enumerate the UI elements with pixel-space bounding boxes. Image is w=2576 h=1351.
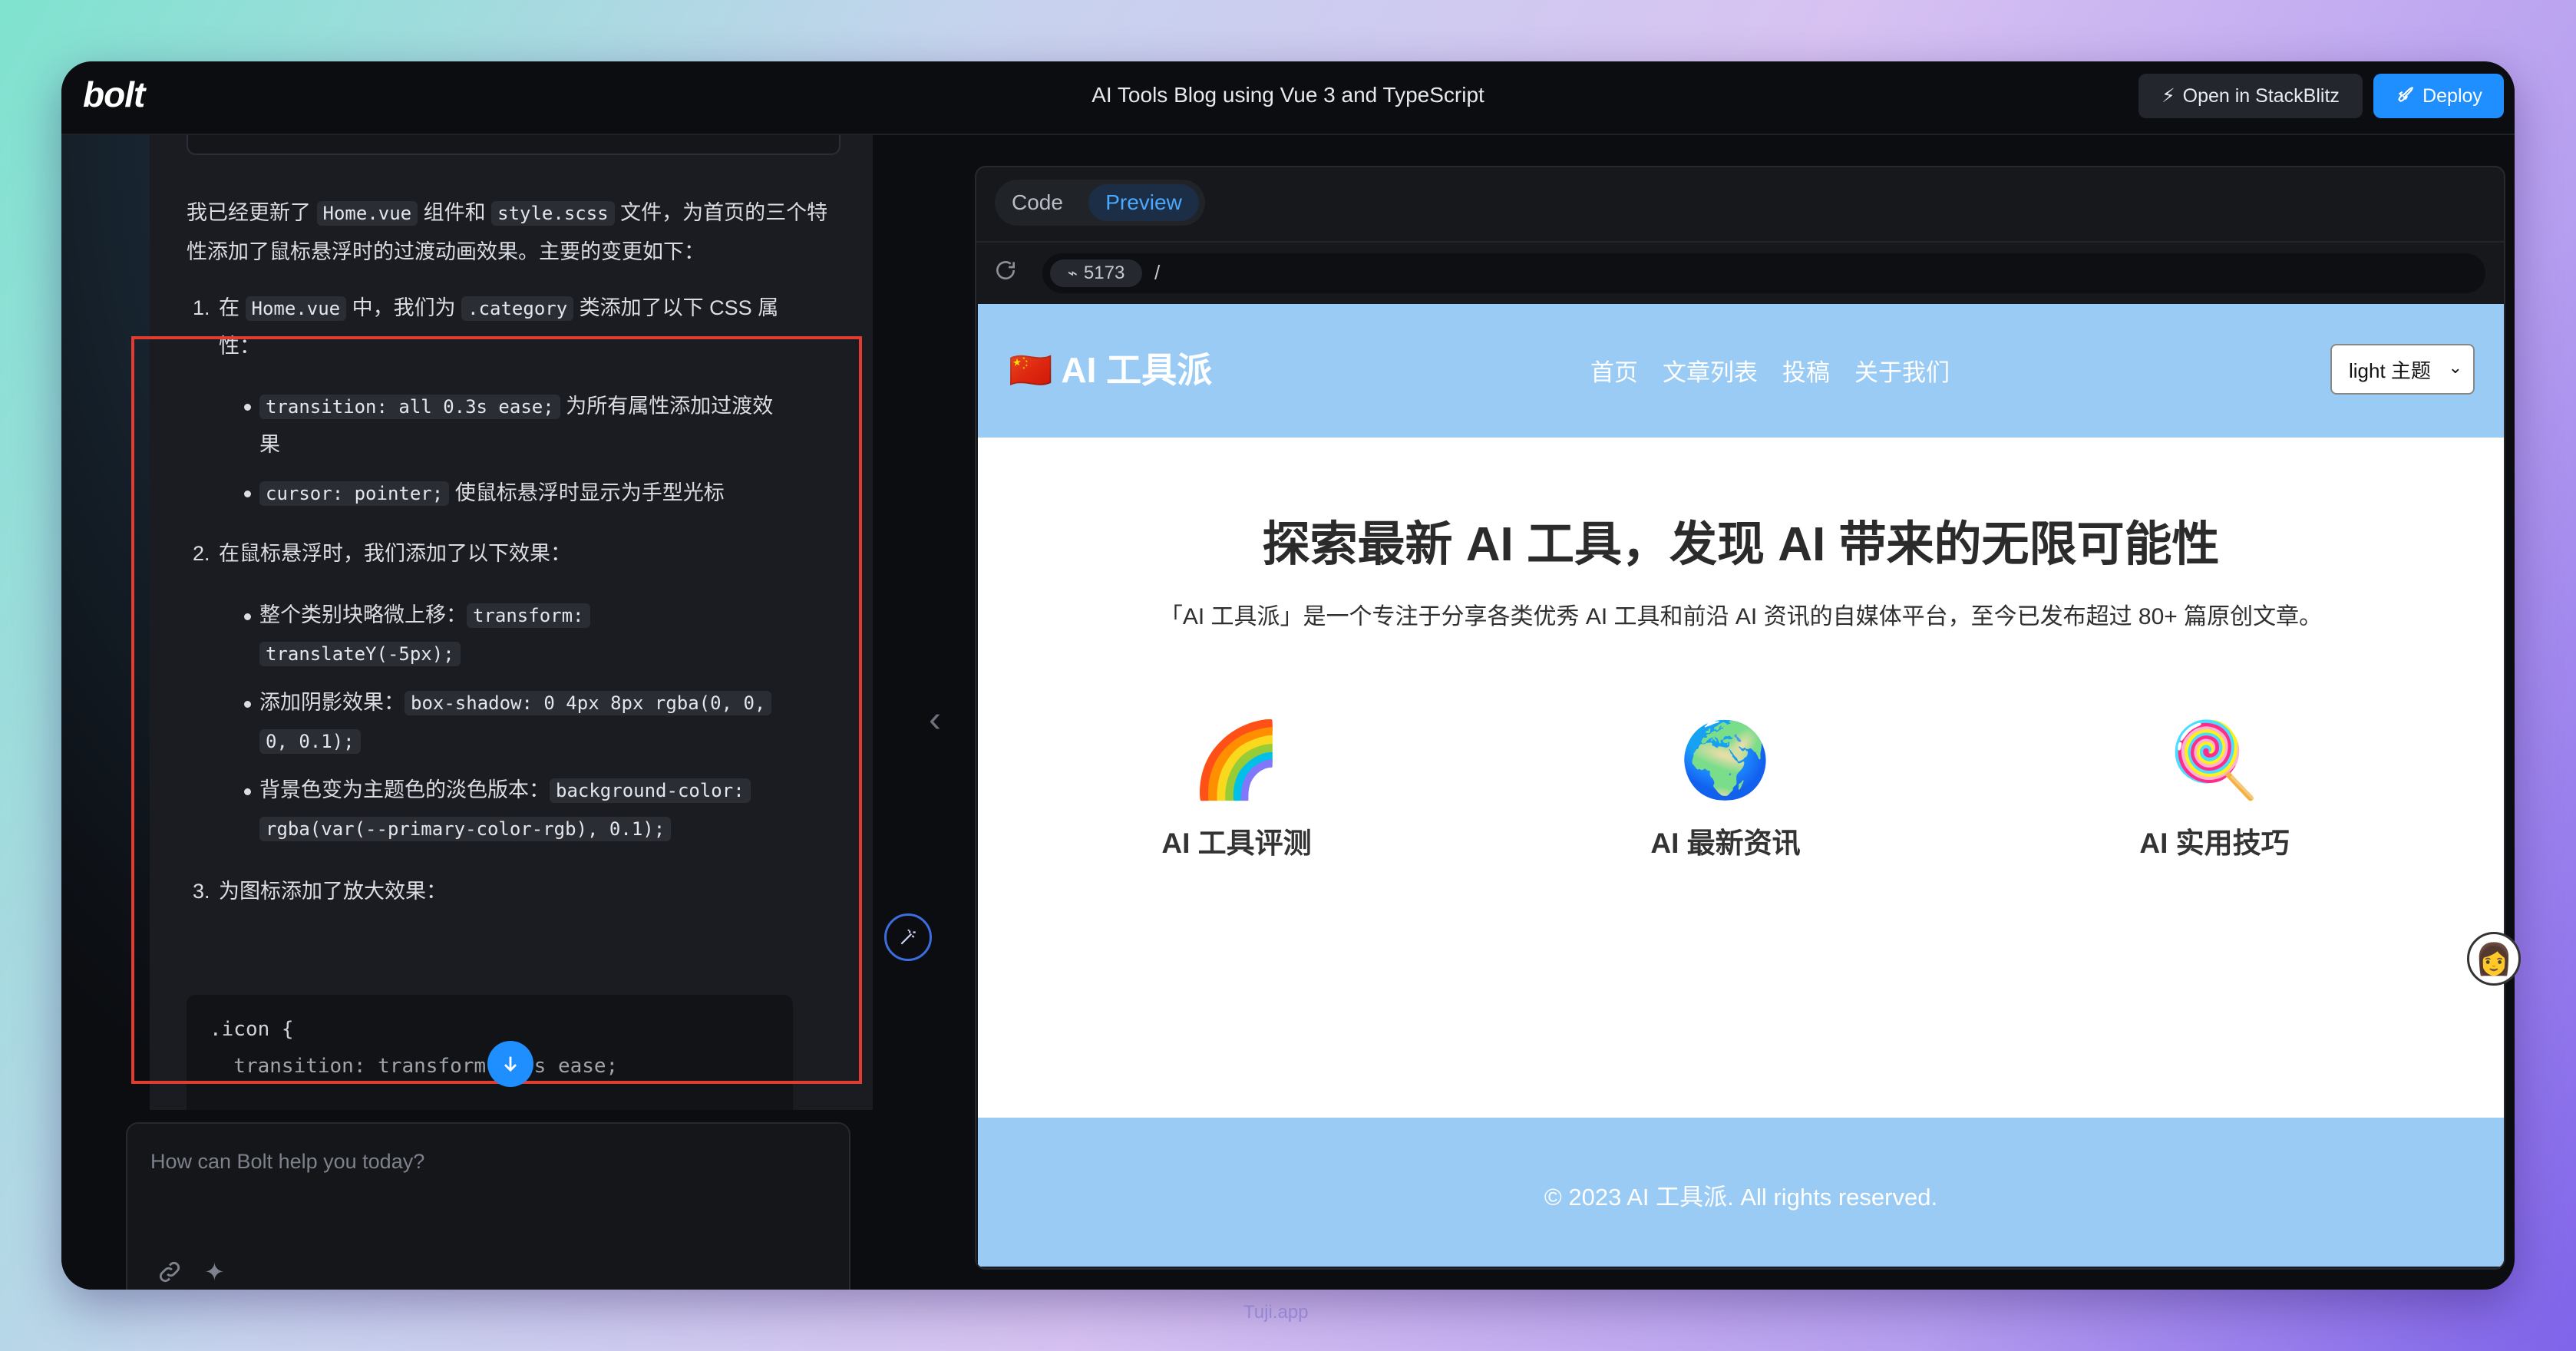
assistant-message-intro: 我已经更新了 Home.vue 组件和 style.scss 文件，为首页的三个… [187, 193, 847, 271]
port-number: 5173 [1083, 263, 1125, 283]
prompt-input[interactable]: How can Bolt help you today? ✦ [126, 1122, 850, 1290]
hero-title: 探索最新 AI 工具，发现 AI 带来的无限可能性 [1262, 518, 2220, 571]
site-header: 🇨🇳 AI 工具派 首页 文章列表 投稿 关于我们 light 主题 ⌄ [978, 304, 2504, 438]
lightning-icon: ⚡ [2162, 85, 2175, 107]
preview-address-row: ⌁ 5173 / [976, 241, 2504, 304]
url-path: / [1154, 261, 1161, 284]
list-text: 中，我们为 [346, 296, 462, 319]
list-text: 类添加了以下 CSS 属 [573, 296, 779, 319]
nav-link-submit[interactable]: 投稿 [1782, 353, 1830, 388]
app-window: bolt AI Tools Blog using Vue 3 and TypeS… [61, 61, 2515, 1290]
open-in-stackblitz-label: Open in StackBlitz [2182, 84, 2340, 107]
reload-icon[interactable] [993, 258, 1018, 289]
theme-select[interactable]: light 主题 ⌄ [2330, 344, 2475, 395]
nav-link-home[interactable]: 首页 [1590, 353, 1638, 388]
link-icon [159, 1261, 180, 1283]
globe-icon: 🌍 [1679, 719, 1772, 801]
list-item: 在 Home.vue 中，我们为 .category 类添加了以下 CSS 属 [219, 289, 817, 328]
feature-card-reviews[interactable]: 🌈 AI 工具评测 [1083, 718, 1390, 861]
preview-site: 🇨🇳 AI 工具派 首页 文章列表 投稿 关于我们 light 主题 ⌄ 探索最… [978, 304, 2504, 1267]
preview-url-bar[interactable]: ⌁ 5173 / [1042, 253, 2485, 293]
inline-code: Home.vue [316, 201, 418, 226]
list-text: 在 [219, 296, 246, 319]
watermark: Tuji.app [1243, 1302, 1309, 1323]
tab-preview[interactable]: Preview [1088, 184, 1199, 221]
site-footer: © 2023 AI 工具派. All rights reserved. [978, 1118, 2504, 1267]
rocket-icon [2395, 84, 2415, 109]
list-number: 1. [193, 296, 210, 319]
footer-copyright: © 2023 AI 工具派. All rights reserved. [1544, 1184, 1938, 1211]
plug-icon: ⌁ [1067, 263, 1078, 282]
inline-code: style.scss [491, 201, 615, 226]
feature-label: AI 工具评测 [1161, 827, 1312, 859]
previous-code-block [187, 135, 841, 155]
china-flag-icon: 🇨🇳 [1009, 350, 1053, 390]
site-nav: 首页 文章列表 投稿 关于我们 [1590, 353, 1950, 388]
view-tabs: Code Preview [995, 180, 1205, 226]
site-logo[interactable]: 🇨🇳 AI 工具派 [1009, 342, 1212, 393]
chevron-left-icon[interactable]: ‹ [929, 699, 941, 741]
workbench-panel: Code Preview ⌁ 5173 / 🇨🇳 AI 工具派 首页 文章列表 … [975, 166, 2505, 1270]
arrow-down-icon [504, 1056, 517, 1072]
intro-text: 我已经更新了 [187, 201, 317, 224]
quick-action-button[interactable] [884, 913, 932, 961]
user-avatar[interactable]: 👩 [2467, 932, 2521, 986]
nav-link-about[interactable]: 关于我们 [1854, 353, 1950, 388]
prompt-placeholder: How can Bolt help you today? [150, 1150, 425, 1173]
enhance-prompt-button[interactable]: ✦ [204, 1257, 225, 1287]
magic-wand-icon [900, 929, 916, 945]
site-logo-text: AI 工具派 [1061, 350, 1213, 390]
open-in-stackblitz-button[interactable]: ⚡ Open in StackBlitz [2138, 74, 2363, 118]
top-bar: bolt AI Tools Blog using Vue 3 and TypeS… [61, 61, 2515, 135]
attach-link-button[interactable] [157, 1259, 183, 1290]
sparkle-icon: ✦ [204, 1258, 225, 1286]
chat-area: 我已经更新了 Home.vue 组件和 style.scss 文件，为首页的三个… [61, 135, 913, 1290]
chevron-down-icon: ⌄ [2448, 358, 2462, 377]
rainbow-icon: 🌈 [1191, 719, 1283, 801]
port-selector[interactable]: ⌁ 5173 [1050, 259, 1142, 287]
intro-text: 组件和 [418, 201, 492, 224]
theme-select-value: light 主题 [2349, 358, 2431, 382]
lollipop-icon: 🍭 [2168, 719, 2261, 801]
feature-label: AI 最新资讯 [1650, 827, 1801, 859]
inline-code: .category [461, 296, 574, 321]
feature-card-news[interactable]: 🌍 AI 最新资讯 [1572, 718, 1879, 861]
hero-subtitle: 「AI 工具派」是一个专注于分享各类优秀 AI 工具和前沿 AI 资讯的自媒体平… [1159, 604, 2323, 629]
highlight-annotation-box [131, 336, 862, 1084]
deploy-button[interactable]: Deploy [2373, 74, 2504, 118]
nav-link-articles[interactable]: 文章列表 [1663, 353, 1758, 388]
tab-code[interactable]: Code [1012, 190, 1063, 215]
feature-card-tips[interactable]: 🍭 AI 实用技巧 [2061, 718, 2368, 861]
inline-code: Home.vue [245, 296, 347, 321]
deploy-label: Deploy [2422, 84, 2482, 107]
feature-label: AI 实用技巧 [2139, 827, 2290, 859]
scroll-to-bottom-button[interactable] [487, 1041, 533, 1087]
